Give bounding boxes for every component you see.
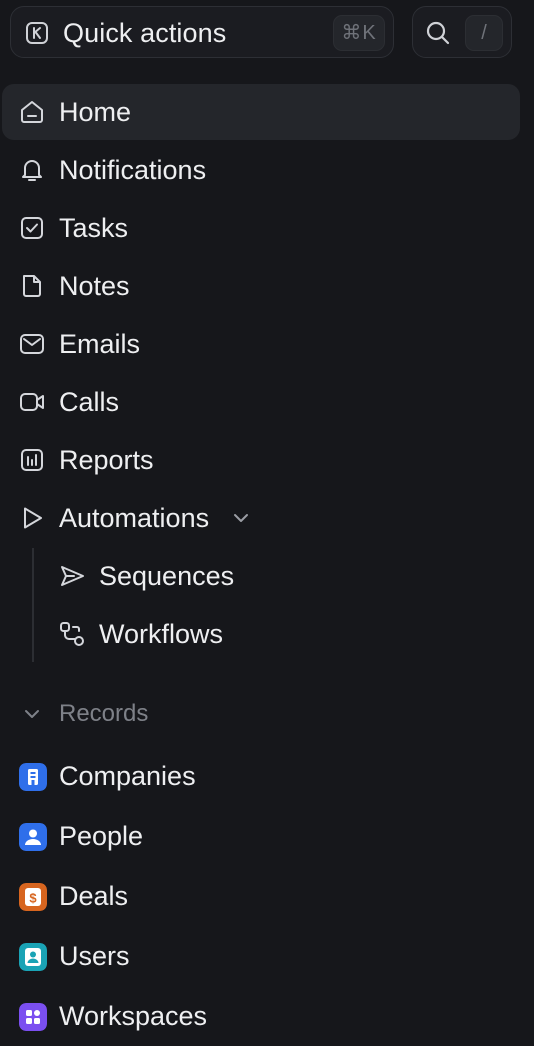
bell-icon (22, 160, 42, 181)
chevron-down-icon (25, 710, 39, 718)
sidebar-item-calls[interactable]: Calls (2, 374, 520, 430)
topbar: Quick actions ⌘K / (10, 6, 512, 60)
sidebar-item-label: Workflows (99, 619, 224, 649)
checkbox-icon (21, 217, 43, 239)
sidebar-item-workflows[interactable]: Workflows (2, 606, 520, 662)
sidebar-item-label: Reports (59, 445, 154, 475)
sidebar-item-deals[interactable]: $ Deals (2, 868, 520, 924)
quick-actions-label: Quick actions (63, 18, 227, 48)
sidebar-item-label: Sequences (99, 561, 235, 591)
sidebar-item-companies[interactable]: Companies (2, 748, 520, 804)
chart-icon (21, 449, 43, 471)
workflow-icon (60, 622, 84, 646)
records-section-header[interactable]: Records (2, 686, 520, 742)
user-icon (19, 943, 47, 971)
sidebar-item-tasks[interactable]: Tasks (2, 200, 520, 256)
sidebar-item-label: Automations (59, 503, 210, 533)
person-icon (19, 823, 47, 851)
home-icon (21, 101, 43, 123)
sidebar-item-automations[interactable]: Automations (2, 490, 520, 546)
quick-actions-button[interactable]: Quick actions ⌘K (10, 6, 394, 58)
note-icon (23, 275, 41, 297)
chevron-down-icon (234, 514, 248, 522)
records-section-label: Records (59, 700, 149, 727)
grid-icon (19, 1003, 47, 1031)
sidebar-item-emails[interactable]: Emails (2, 316, 520, 372)
sidebar-item-sequences[interactable]: Sequences (2, 548, 520, 604)
search-button[interactable]: / (412, 6, 512, 58)
sidebar-item-label: Tasks (59, 213, 129, 243)
sidebar-item-label: People (59, 821, 144, 851)
sidebar-item-label: Deals (59, 881, 129, 911)
sidebar-item-label: Workspaces (59, 1001, 208, 1031)
quick-actions-shortcut: ⌘K (333, 15, 385, 51)
send-icon (61, 566, 84, 586)
svg-text:$: $ (29, 891, 37, 906)
sidebar-item-notes[interactable]: Notes (2, 258, 520, 314)
sidebar-item-label: Home (59, 97, 132, 127)
sidebar-item-label: Notes (59, 271, 130, 301)
search-shortcut: / (465, 15, 503, 51)
sidebar-item-workspaces[interactable]: Workspaces (2, 988, 520, 1044)
sidebar-item-reports[interactable]: Reports (2, 432, 520, 488)
sidebar-item-label: Emails (59, 329, 141, 359)
sidebar-item-label: Users (59, 941, 130, 971)
sidebar-item-users[interactable]: Users (2, 928, 520, 984)
building-icon (19, 763, 47, 791)
video-icon (20, 393, 44, 411)
sidebar-item-label: Notifications (59, 155, 207, 185)
dollar-icon: $ (19, 883, 47, 911)
sidebar-item-label: Companies (59, 761, 196, 791)
sidebar-item-home[interactable]: Home (2, 84, 520, 140)
sidebar-item-people[interactable]: People (2, 808, 520, 864)
play-icon (24, 507, 42, 529)
sidebar-item-label: Calls (59, 387, 120, 417)
mail-icon (20, 334, 44, 354)
search-icon (426, 21, 450, 45)
app-logo-icon (26, 22, 48, 44)
sidebar-item-notifications[interactable]: Notifications (2, 142, 520, 198)
